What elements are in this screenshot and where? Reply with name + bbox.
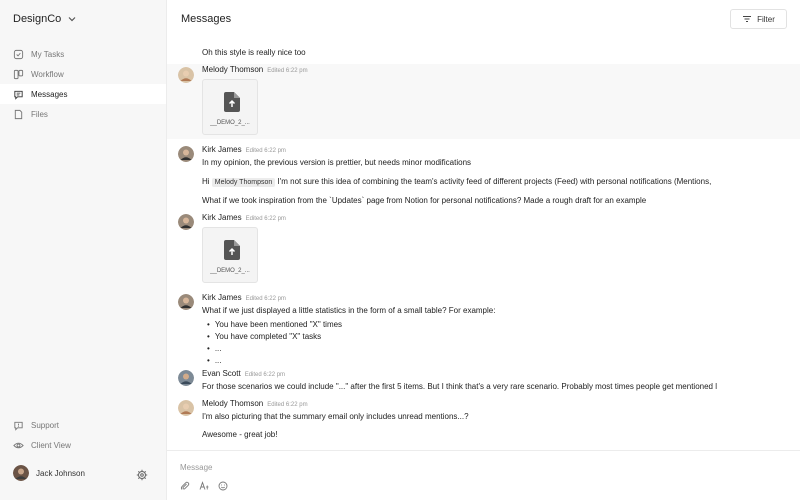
sidebar-item-label: Files bbox=[31, 109, 48, 119]
filter-label: Filter bbox=[757, 14, 775, 24]
message-header: Kirk James Edited 6:22 pm bbox=[202, 145, 286, 154]
file-icon bbox=[14, 109, 23, 119]
user-mention[interactable]: Melody Thompson bbox=[211, 178, 276, 187]
message-text: In my opinion, the previous version is p… bbox=[202, 158, 472, 167]
message-row-highlight bbox=[167, 64, 800, 139]
avatar bbox=[178, 294, 194, 310]
list-item: ... bbox=[207, 356, 222, 365]
message-timestamp: Edited 6:22 pm bbox=[245, 148, 286, 154]
sidebar-item-messages[interactable]: Messages bbox=[0, 84, 166, 104]
messages-panel: Messages Filter Oh this style is really … bbox=[167, 0, 800, 500]
check-square-icon bbox=[13, 49, 24, 59]
board-icon bbox=[13, 69, 24, 79]
message-text: For those scenarios we could include "..… bbox=[202, 382, 718, 391]
avatar bbox=[13, 465, 29, 481]
file-upload-icon bbox=[224, 92, 240, 112]
paperclip-icon[interactable] bbox=[180, 481, 190, 491]
chevron-down-icon bbox=[68, 17, 76, 22]
eye-icon bbox=[13, 442, 24, 448]
message-header: Melody Thomson Edited 6:22 pm bbox=[202, 65, 308, 74]
sidebar-nav: My Tasks Workflow Messages Files bbox=[0, 44, 166, 124]
avatar bbox=[178, 146, 194, 162]
message-author: Kirk James bbox=[202, 293, 242, 302]
message-timestamp: Edited 6:22 pm bbox=[267, 68, 308, 74]
file-attachment[interactable]: __DEMO_2_... bbox=[202, 227, 258, 283]
message-text-body: I'm not sure this idea of combining the … bbox=[277, 177, 712, 186]
message-header: Evan Scott Edited 6:22 pm bbox=[202, 369, 285, 378]
message-timestamp: Edited 6:22 pm bbox=[267, 402, 308, 408]
message-author: Evan Scott bbox=[202, 369, 241, 378]
sidebar-item-workflow[interactable]: Workflow bbox=[0, 64, 166, 84]
message-author: Kirk James bbox=[202, 213, 242, 222]
message-list: Oh this style is really nice too Melody … bbox=[167, 38, 800, 450]
workspace-switcher[interactable]: DesignCo bbox=[0, 0, 166, 38]
message-text: Oh this style is really nice too bbox=[202, 48, 306, 57]
filter-button[interactable]: Filter bbox=[730, 9, 787, 29]
emoji-icon[interactable] bbox=[218, 481, 228, 491]
message-text: What if we took inspiration from the `Up… bbox=[202, 196, 647, 205]
sidebar-item-label: My Tasks bbox=[31, 49, 65, 59]
message-text: Awesome - great job! bbox=[202, 430, 278, 439]
message-input[interactable]: Message bbox=[180, 463, 212, 472]
sidebar-item-label: Workflow bbox=[31, 69, 64, 79]
sidebar-item-client-view[interactable]: Client View bbox=[0, 435, 166, 455]
current-user[interactable]: Jack Johnson bbox=[0, 465, 166, 481]
file-name: __DEMO_2_... bbox=[210, 268, 250, 274]
sidebar: DesignCo My Tasks Workflow Messages File… bbox=[0, 0, 167, 500]
message-timestamp: Edited 6:22 pm bbox=[244, 372, 286, 378]
message-composer: Message bbox=[167, 450, 800, 500]
list-item: ... bbox=[207, 344, 222, 353]
filter-icon bbox=[743, 16, 752, 22]
sidebar-item-label: Support bbox=[31, 420, 60, 430]
message-header: Kirk James Edited 6:22 pm bbox=[202, 293, 286, 302]
avatar bbox=[178, 67, 194, 83]
list-item: You have completed "X" tasks bbox=[207, 332, 321, 341]
message-text-prefix: Hi bbox=[202, 177, 210, 186]
file-name: __DEMO_2_... bbox=[210, 120, 250, 126]
file-attachment[interactable]: __DEMO_2_... bbox=[202, 79, 258, 135]
message-header: Melody Thomson Edited 6:22 pm bbox=[202, 399, 308, 408]
sidebar-item-support[interactable]: Support bbox=[0, 415, 166, 435]
help-icon bbox=[14, 421, 23, 431]
sidebar-item-files[interactable]: Files bbox=[0, 104, 166, 124]
user-name: Jack Johnson bbox=[36, 468, 85, 478]
page-title: Messages bbox=[181, 13, 232, 25]
avatar bbox=[178, 214, 194, 230]
message-header: Kirk James Edited 6:22 pm bbox=[202, 213, 286, 222]
message-text: Hi Melody Thompson I'm not sure this ide… bbox=[202, 177, 712, 187]
message-author: Melody Thomson bbox=[202, 65, 264, 74]
gear-icon[interactable] bbox=[136, 469, 148, 481]
chat-icon bbox=[14, 90, 23, 100]
message-author: Kirk James bbox=[202, 145, 242, 154]
message-timestamp: Edited 6:22 pm bbox=[245, 216, 286, 222]
avatar bbox=[178, 400, 194, 416]
sidebar-item-label: Messages bbox=[31, 89, 68, 99]
avatar bbox=[178, 370, 194, 386]
page-header: Messages Filter bbox=[167, 0, 800, 38]
message-text: What if we just displayed a little stati… bbox=[202, 306, 496, 315]
sidebar-item-label: Client View bbox=[31, 440, 71, 450]
message-text: I'm also picturing that the summary emai… bbox=[202, 412, 469, 421]
workspace-name: DesignCo bbox=[13, 13, 62, 25]
sidebar-item-my-tasks[interactable]: My Tasks bbox=[0, 44, 166, 64]
message-timestamp: Edited 6:22 pm bbox=[245, 296, 286, 302]
sidebar-footer-links: Support Client View bbox=[0, 415, 166, 455]
list-item: You have been mentioned "X" times bbox=[207, 320, 342, 329]
text-format-icon[interactable] bbox=[199, 481, 209, 491]
file-upload-icon bbox=[224, 240, 240, 260]
message-author: Melody Thomson bbox=[202, 399, 264, 408]
